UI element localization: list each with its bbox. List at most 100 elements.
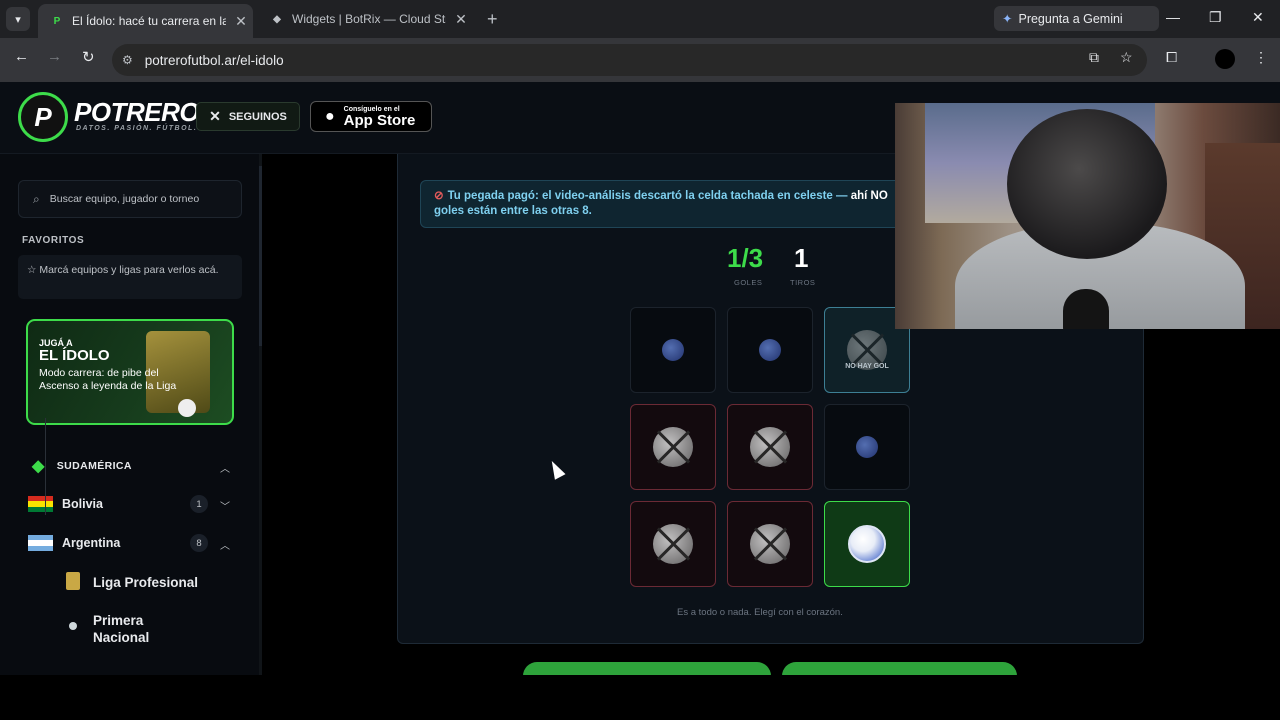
soccer-ball-icon <box>856 436 878 458</box>
grid-cell-2[interactable] <box>727 307 813 393</box>
minimize-button[interactable]: — <box>1166 9 1180 25</box>
grid-cell-1[interactable] <box>630 307 716 393</box>
crossed-ball-icon <box>653 524 693 564</box>
close-tab-icon[interactable]: ✕ <box>234 13 248 30</box>
chevron-down-icon[interactable]: ﹀ <box>220 498 230 513</box>
country-name: Argentina <box>62 536 121 550</box>
soccer-ball-icon <box>848 525 886 563</box>
shots-value: 1 <box>794 243 809 273</box>
restore-button[interactable]: ❐ <box>1209 9 1222 26</box>
star-icon: ☆ <box>27 264 40 276</box>
chevron-up-icon[interactable]: ︿ <box>220 537 230 552</box>
extensions-icon[interactable]: ⧠ <box>1166 49 1177 66</box>
logo-text[interactable]: POTRERO <box>74 97 200 128</box>
botrix-favicon-icon: ◆ <box>273 13 281 25</box>
league-liga-profesional[interactable]: Liga Profesional <box>93 574 198 591</box>
app-store-button[interactable]: ● Consíguelo en el App Store <box>310 101 432 132</box>
appstore-large-label: App Store <box>343 111 416 129</box>
logo-tagline: DATOS. PASIÓN. FÚTBOL. <box>76 125 198 132</box>
region-label: SUDAMÉRICA <box>56 460 132 472</box>
share-button[interactable] <box>523 662 771 676</box>
new-tab-button[interactable]: + <box>487 9 498 30</box>
address-bar[interactable]: ⚙ potrerofutbol.ar/el-idolo <box>112 44 1147 76</box>
info-alert: ⊘ Tu pegada pagó: el video-análisis desca… <box>420 180 920 228</box>
webcam-person-head <box>1007 109 1167 259</box>
promo-description: Modo carrera: de pibe del Ascenso a leye… <box>39 367 177 392</box>
close-tab-icon[interactable]: ✕ <box>454 11 468 28</box>
favorites-heading: FAVORITOS <box>22 235 85 246</box>
x-logo-icon: ✕ <box>209 108 221 124</box>
tab-botrix[interactable]: ◆ Widgets | BotRix — Cloud Streaming ✕ <box>258 4 478 34</box>
grid-cell-9-goal <box>824 501 910 587</box>
bolivia-flag-icon <box>28 496 53 512</box>
league-primera-nacional[interactable]: Primera Nacional <box>93 612 173 646</box>
soccer-ball-icon <box>178 399 196 417</box>
play-again-button[interactable] <box>782 662 1017 676</box>
reload-icon[interactable]: ↻ <box>82 48 95 66</box>
country-bolivia[interactable]: Bolivia <box>28 496 103 512</box>
sidebar: ⌕ Buscar equipo, jugador o torneo FAVORI… <box>0 154 262 675</box>
seguinos-button[interactable]: ✕ SEGUINOS <box>196 102 300 131</box>
apple-icon: ● <box>325 107 335 125</box>
browser-tab-strip: ▾ P El Ídolo: hacé tu carrera en la Liga… <box>0 0 1280 38</box>
chevron-up-icon[interactable]: ︿ <box>220 460 230 475</box>
url-text: potrerofutbol.ar/el-idolo <box>144 52 284 68</box>
goals-value: 1/3 <box>727 243 764 273</box>
country-argentina[interactable]: Argentina <box>28 535 120 551</box>
shots-label: TIROS <box>790 278 816 287</box>
site-info-icon[interactable]: ⚙ <box>122 53 133 67</box>
el-idolo-promo-card[interactable]: JUGÁ A EL ÍDOLO Modo carrera: de pibe de… <box>26 319 234 425</box>
grid-cell-7-miss <box>630 501 716 587</box>
bookmark-star-icon[interactable]: ☆ <box>1120 49 1133 66</box>
grid-cell-5-miss <box>727 404 813 490</box>
tree-connector <box>45 418 46 515</box>
back-arrow-icon[interactable]: ← <box>14 48 29 65</box>
search-icon: ⌕ <box>33 191 40 206</box>
footnote: Es a todo o nada. Elegí con el corazón. <box>677 607 843 618</box>
potrero-favicon-icon: P <box>53 15 61 27</box>
liga-profesional-icon <box>66 572 80 590</box>
tab-title: Widgets | BotRix — Cloud Streaming <box>292 12 446 26</box>
install-app-icon[interactable]: ⧉ <box>1089 49 1099 66</box>
browser-toolbar: ← → ↻ ⚙ potrerofutbol.ar/el-idolo ⧉ ☆ ⧠ … <box>0 38 1280 82</box>
soccer-ball-icon <box>759 339 781 361</box>
alert-main: Tu pegada pagó: el video-análisis descar… <box>447 190 848 202</box>
count-badge: 8 <box>190 534 208 552</box>
favorites-empty-box: ☆ Marcá equipos y ligas para verlos acá. <box>18 255 242 299</box>
count-badge: 1 <box>190 495 208 513</box>
tab-search-button[interactable]: ▾ <box>6 7 30 31</box>
tab-title: El Ídolo: hacé tu carrera en la Liga <box>72 14 226 28</box>
search-placeholder: Buscar equipo, jugador o torneo <box>49 193 200 205</box>
forward-arrow-icon[interactable]: → <box>47 48 62 65</box>
grid-cell-4-miss <box>630 404 716 490</box>
microphone-icon <box>1063 289 1109 329</box>
crossed-ball-icon <box>750 427 790 467</box>
promo-title: EL ÍDOLO <box>39 347 110 364</box>
potrero-logo-icon[interactable]: P <box>18 92 68 142</box>
tab-el-idolo[interactable]: P El Ídolo: hacé tu carrera en la Liga ✕ <box>38 4 253 38</box>
crossed-ball-icon <box>750 524 790 564</box>
gemini-label: Pregunta a Gemini <box>1018 11 1123 26</box>
soccer-ball-icon <box>662 339 684 361</box>
primera-nacional-icon <box>69 622 77 630</box>
favorites-hint: Marcá equipos y ligas para verlos acá. <box>39 264 219 276</box>
prohibited-icon: ⊘ <box>434 190 444 202</box>
profile-avatar[interactable] <box>1215 49 1235 69</box>
goals-label: GOLES <box>734 278 763 287</box>
no-goal-label: NO HAY GOL <box>845 363 889 370</box>
webcam-overlay <box>895 103 1280 329</box>
seguinos-label: SEGUINOS <box>228 110 287 123</box>
close-window-button[interactable]: ✕ <box>1252 9 1264 26</box>
gemini-sparkle-icon: ✦ <box>1002 12 1013 26</box>
region-sudamerica[interactable]: ◆ SUDAMÉRICA <box>32 456 132 476</box>
gemini-button[interactable]: ✦ Pregunta a Gemini <box>994 6 1159 31</box>
alert-rest: goles están entre las otras 8. <box>434 205 592 217</box>
argentina-flag-icon <box>28 535 53 551</box>
browser-menu-icon[interactable]: ⋮ <box>1254 49 1268 66</box>
search-input[interactable]: ⌕ Buscar equipo, jugador o torneo <box>18 180 242 218</box>
bottom-letterbox <box>0 675 1280 720</box>
south-america-icon: ◆ <box>32 458 45 475</box>
grid-cell-8-miss <box>727 501 813 587</box>
alert-strong: ahí NO <box>850 190 888 202</box>
grid-cell-6[interactable] <box>824 404 910 490</box>
